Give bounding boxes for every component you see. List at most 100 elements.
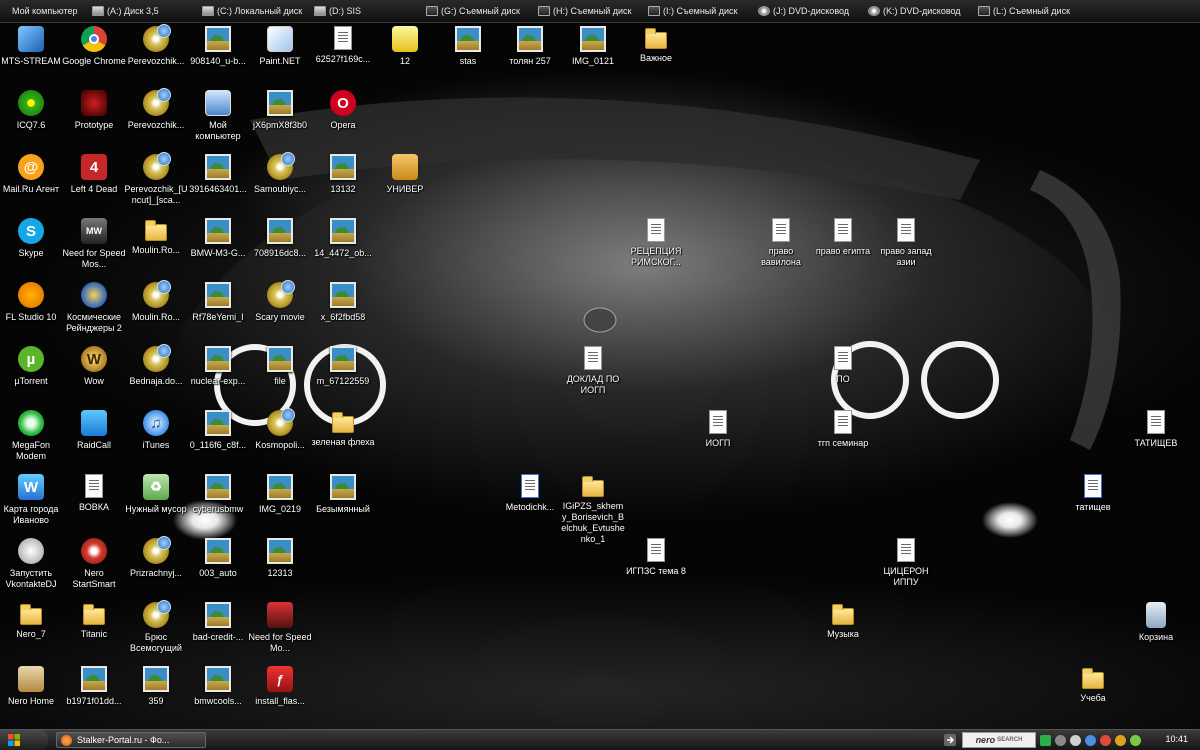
- desktop-icon-moulin-2[interactable]: Moulin.Ro...: [124, 280, 188, 323]
- desktop-icon-recepciya[interactable]: РЕЦЕПЦИЯ РИМСКОГ...: [624, 218, 688, 268]
- network-icon[interactable]: [1055, 734, 1066, 746]
- drive-c[interactable]: (C:) Локальный диск: [202, 0, 302, 22]
- desktop-icon-kosmich[interactable]: Космические Рейнджеры 2: [62, 282, 126, 334]
- drive-a[interactable]: (A:) Диск 3,5: [92, 0, 159, 22]
- nero-search-box[interactable]: nero SEARCH: [962, 732, 1036, 748]
- desktop-icon-moulin-1[interactable]: Moulin.Ro...: [124, 218, 188, 256]
- desktop-icon-nerohome[interactable]: Nero Home: [0, 666, 63, 707]
- desktop-icon-doklad[interactable]: ДОКЛАД ПО ИОГП: [561, 346, 625, 396]
- desktop-icon-mts-stream[interactable]: MTS-STREAM: [0, 26, 63, 67]
- desktop-icon-opera[interactable]: O Opera: [311, 90, 375, 131]
- desktop-icon-perevozchik-2[interactable]: Perevozchik...: [124, 88, 188, 131]
- desktop-icon-bmw-m3[interactable]: BMW-M3-G...: [186, 218, 250, 259]
- desktop-icon-b1971[interactable]: b1971f01dd...: [62, 666, 126, 707]
- desktop-icon-nfs-2[interactable]: Need for Speed Mo...: [248, 602, 312, 654]
- security-alert-icon[interactable]: [1115, 734, 1126, 746]
- desktop-icon-brus[interactable]: Брюс Всемогущий: [124, 600, 188, 654]
- desktop-icon-itunes[interactable]: ♫ iTunes: [124, 410, 188, 451]
- clock[interactable]: 10:41: [1165, 734, 1188, 744]
- desktop-icon-391646[interactable]: 3916463401...: [186, 154, 250, 195]
- desktop-icon-rf78[interactable]: Rf78eYemi_I: [186, 282, 250, 323]
- desktop-icon-img0121[interactable]: IMG_0121: [561, 26, 625, 67]
- drive-d[interactable]: (D:) SIS: [314, 0, 361, 22]
- taskbar-item-stalker-portal[interactable]: Stalker-Portal.ru - Фо...: [56, 732, 206, 748]
- desktop-icon-nfsmw[interactable]: MW Need for Speed Mos...: [62, 218, 126, 270]
- desktop-icon-l4d[interactable]: 4 Left 4 Dead: [62, 154, 126, 195]
- desktop-icon-12313[interactable]: 12313: [248, 538, 312, 579]
- desktop-icon-scary-movie[interactable]: Scary movie: [248, 280, 312, 323]
- antivirus-icon[interactable]: [1100, 734, 1111, 746]
- desktop-icon-tolyan[interactable]: толян 257: [498, 26, 562, 67]
- desktop-icon-m6712[interactable]: m_67122559: [311, 346, 375, 387]
- desktop-icon-chrome[interactable]: Google Chrome: [62, 26, 126, 67]
- desktop-icon-file[interactable]: file: [248, 346, 312, 387]
- desktop-icon-pravo-vavilona[interactable]: право вавилона: [749, 218, 813, 268]
- desktop-icon-62527[interactable]: 62527f169c...: [311, 26, 375, 65]
- desktop-icon-igpzs-tema8[interactable]: ИГПЗС тема 8: [624, 538, 688, 577]
- desktop-icon-359[interactable]: 359: [124, 666, 188, 707]
- desktop-icon-nuclear[interactable]: nuclear-exp...: [186, 346, 250, 387]
- drive-i[interactable]: (I:) Съемный диск: [648, 0, 738, 22]
- desktop-icon-mailru[interactable]: @ Mail.Ru Агент: [0, 154, 63, 195]
- desktop-icon-tatishev-upper[interactable]: ТАТИЩЕВ: [1124, 410, 1188, 449]
- desktop-icon-kosmopoli[interactable]: Kosmopoli...: [248, 408, 312, 451]
- desktop-icon-tatishev-lower[interactable]: татищев: [1061, 474, 1125, 513]
- desktop-icon-nero7[interactable]: Nero_7: [0, 602, 63, 640]
- desktop-icon-13132[interactable]: 13132: [311, 154, 375, 195]
- desktop-icon-vovka[interactable]: ВОВКА: [62, 474, 126, 513]
- desktop-icon-prototype[interactable]: Prototype: [62, 90, 126, 131]
- desktop-icon-megafon[interactable]: MegaFon Modem: [0, 410, 63, 462]
- desktop-icon-tgp-seminar[interactable]: тгп семинар: [811, 410, 875, 449]
- desktop-icon-cyberusbmw[interactable]: cyberusbmw: [186, 474, 250, 515]
- desktop-icon-musor[interactable]: ♻ Нужный мусор: [124, 474, 188, 515]
- desktop-icon-titanic[interactable]: Titanic: [62, 602, 126, 640]
- desktop-icon-ucheba[interactable]: Учеба: [1061, 666, 1125, 704]
- desktop-icon-samoubiyc[interactable]: Samoubiyc...: [248, 152, 312, 195]
- desktop-icon-stas[interactable]: stas: [436, 26, 500, 67]
- desktop-icon-muzyka[interactable]: Музыка: [811, 602, 875, 640]
- desktop-icon-ciceron[interactable]: ЦИЦЕРОН ИППУ: [874, 538, 938, 588]
- desktop-icon-908140[interactable]: 908140_u-b...: [186, 26, 250, 67]
- desktop-icon-perevozchik-3[interactable]: Perevozchik_[Uncut]_[sca...: [124, 152, 188, 206]
- bluetooth-icon[interactable]: [1085, 734, 1096, 746]
- desktop-icon-univer[interactable]: УНИВЕР: [373, 154, 437, 195]
- desktop-icon-bmwcools[interactable]: bmwcools...: [186, 666, 250, 707]
- desktop-icon-img0219[interactable]: IMG_0219: [248, 474, 312, 515]
- desktop-icon-vkdj[interactable]: Запустить VkontakteDJ: [0, 538, 63, 590]
- desktop-icon-nerosmart[interactable]: Nero StartSmart: [62, 538, 126, 590]
- navigation-icon[interactable]: [943, 733, 957, 747]
- desktop-icon-vazhnoe[interactable]: Важное: [624, 26, 688, 64]
- desktop-icon-zelenaya[interactable]: зеленая флеха: [311, 410, 375, 448]
- desktop-icon-karta[interactable]: W Карта города Иваново: [0, 474, 63, 526]
- desktop-icon-0-116[interactable]: 0_116f6_c8f...: [186, 410, 250, 451]
- desktop-icon-jx6[interactable]: jX6pmX8f3b0: [248, 90, 312, 131]
- desktop-icon-po[interactable]: ПО: [811, 346, 875, 385]
- desktop-icon-utorrent[interactable]: µ µTorrent: [0, 346, 63, 387]
- desktop-icon-raidcall[interactable]: RaidCall: [62, 410, 126, 451]
- desktop-icon-prizrach[interactable]: Prizrachnyj...: [124, 536, 188, 579]
- volume-icon[interactable]: [1070, 734, 1081, 746]
- desktop-icon-iogp[interactable]: ИОГП: [686, 410, 750, 449]
- desktop-icon-bednaja[interactable]: Bednaja.do...: [124, 344, 188, 387]
- desktop-icon-14-4472[interactable]: 14_4472_ob...: [311, 218, 375, 259]
- desktop-icon-my-computer[interactable]: Мой компьютер: [186, 90, 250, 142]
- desktop-icon-12[interactable]: 12: [373, 26, 437, 67]
- forward-arrow-icon[interactable]: [1040, 734, 1051, 746]
- drive-k[interactable]: (K:) DVD-дисковод: [868, 0, 961, 22]
- desktop-icon-perevozchik-1[interactable]: Perevozchik...: [124, 24, 188, 67]
- desktop-icon-paintnet[interactable]: Paint.NET: [248, 26, 312, 67]
- drive-j[interactable]: (J:) DVD-дисковод: [758, 0, 849, 22]
- signal-icon[interactable]: [1130, 734, 1141, 746]
- desktop-icon-wow[interactable]: W Wow: [62, 346, 126, 387]
- desktop-icon-install-flash[interactable]: ƒ install_flas...: [248, 666, 312, 707]
- desktop-icon-pravo-egipta[interactable]: право египта: [811, 218, 875, 257]
- desktop-icon-igipzs[interactable]: IGiPZS_skhemy_Borisevich_Belchuk_Evtushe…: [561, 474, 625, 545]
- desktop-icon-x6f2[interactable]: x_6f2fbd58: [311, 282, 375, 323]
- drive-g[interactable]: (G:) Съемный диск: [426, 0, 520, 22]
- desktop-icon-korzina[interactable]: Корзина: [1124, 602, 1188, 643]
- desktop-icon-003-auto[interactable]: 003_auto: [186, 538, 250, 579]
- desktop-icon-708916[interactable]: 708916dc8...: [248, 218, 312, 259]
- desktop-icon-pravo-zapad[interactable]: право запад азии: [874, 218, 938, 268]
- desktop-icon-flstudio[interactable]: FL Studio 10: [0, 282, 63, 323]
- desktop-icon-bad-credit[interactable]: bad-credit-...: [186, 602, 250, 643]
